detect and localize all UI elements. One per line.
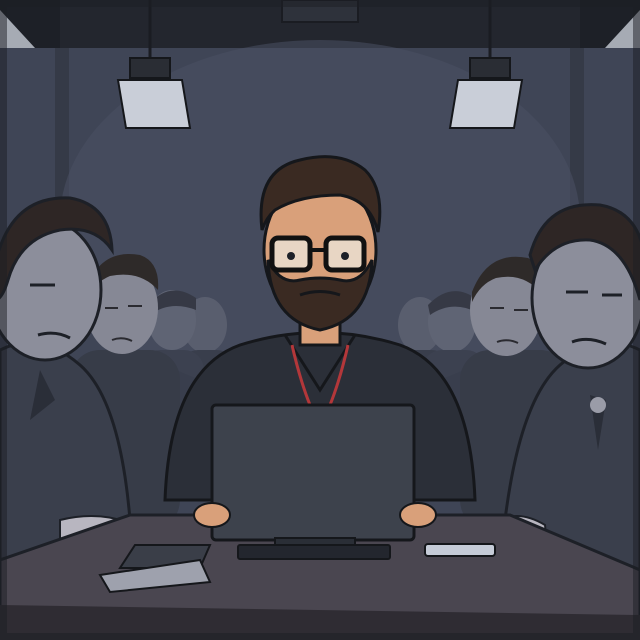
hand-left: [193, 502, 231, 528]
phone-icon: [424, 543, 496, 557]
hand-right: [399, 502, 437, 528]
meeting-room-illustration: [0, 0, 640, 640]
laptop-icon: [210, 403, 416, 560]
scene-svg: [0, 0, 640, 640]
